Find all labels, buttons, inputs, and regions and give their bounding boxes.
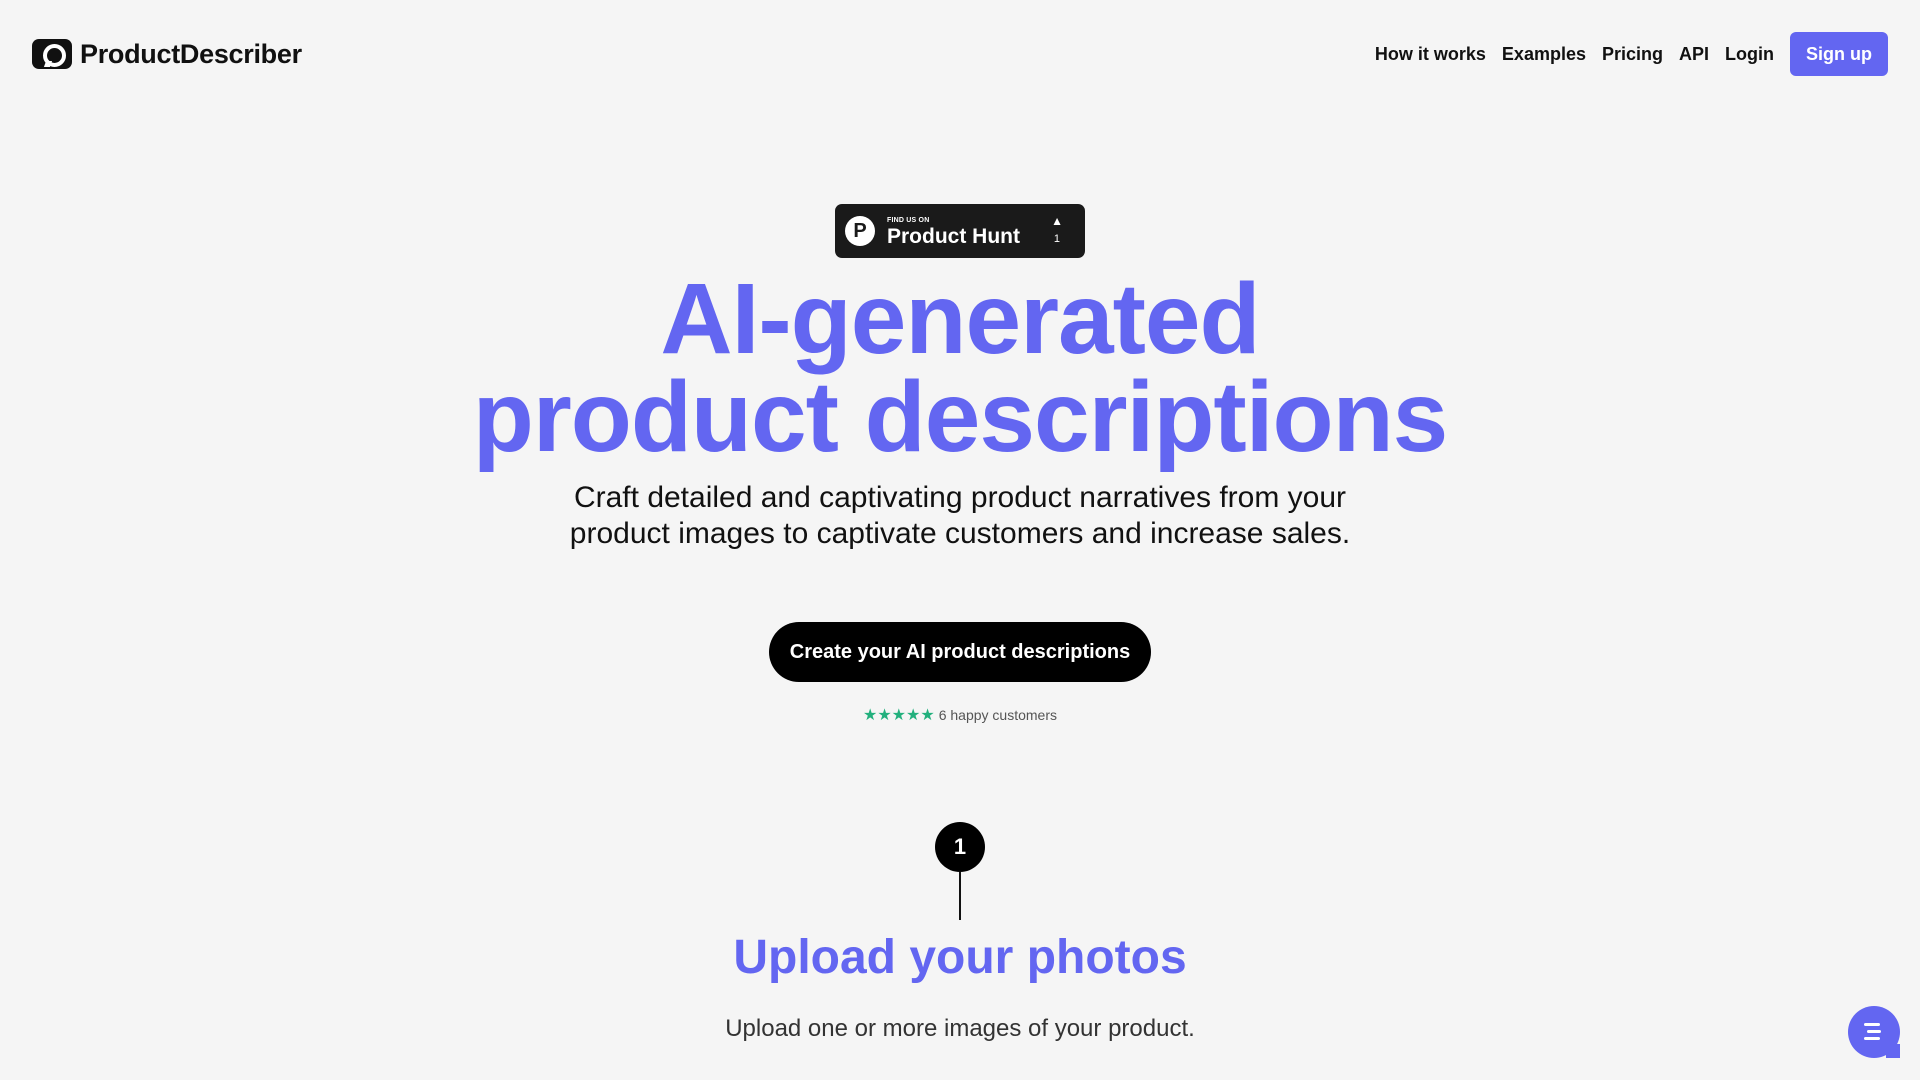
product-hunt-badge[interactable]: P FIND US ON Product Hunt ▲ 1: [835, 204, 1085, 258]
chat-widget-button[interactable]: [1848, 1006, 1900, 1058]
nav-examples[interactable]: Examples: [1502, 44, 1586, 65]
product-hunt-logo-icon: P: [845, 216, 875, 246]
step-number-badge: 1: [935, 822, 985, 872]
rating: ★★★★★ 6 happy customers: [0, 705, 1920, 725]
hero-title-line-2: product descriptions: [472, 361, 1449, 473]
signup-button[interactable]: Sign up: [1790, 32, 1888, 76]
step-connector-line: [959, 872, 961, 920]
rating-text: 6 happy customers: [938, 707, 1057, 723]
camera-chat-icon: [32, 39, 72, 69]
chat-menu-icon: [1864, 1023, 1884, 1041]
hero-title: AI-generated product descriptions: [0, 269, 1920, 467]
star-rating-icon: ★★★★★: [862, 707, 935, 724]
site-header: ProductDescriber How it works Examples P…: [0, 0, 1920, 108]
nav-api[interactable]: API: [1679, 44, 1709, 65]
product-hunt-title: Product Hunt: [887, 225, 1020, 248]
upvote-count: 1: [1053, 233, 1060, 245]
page: ProductDescriber How it works Examples P…: [0, 0, 1920, 1080]
nav-pricing[interactable]: Pricing: [1602, 44, 1663, 65]
nav-login[interactable]: Login: [1725, 44, 1774, 65]
hero-subtitle: Craft detailed and captivating product n…: [569, 481, 1351, 550]
create-descriptions-button[interactable]: Create your AI product descriptions: [769, 622, 1151, 682]
nav-how-it-works[interactable]: How it works: [1375, 44, 1486, 65]
logo-text: ProductDescriber: [80, 38, 302, 69]
hero-title-line-1: AI-generated: [660, 263, 1260, 375]
step-title: Upload your photos: [733, 931, 1187, 984]
upvote-arrow-icon: ▲: [1051, 214, 1063, 228]
step-description: Upload one or more images of your produc…: [725, 1015, 1195, 1042]
main-nav: How it works Examples Pricing API Login …: [1359, 32, 1888, 76]
logo-link[interactable]: ProductDescriber: [32, 38, 302, 70]
product-hunt-small-text: FIND US ON: [887, 217, 930, 224]
